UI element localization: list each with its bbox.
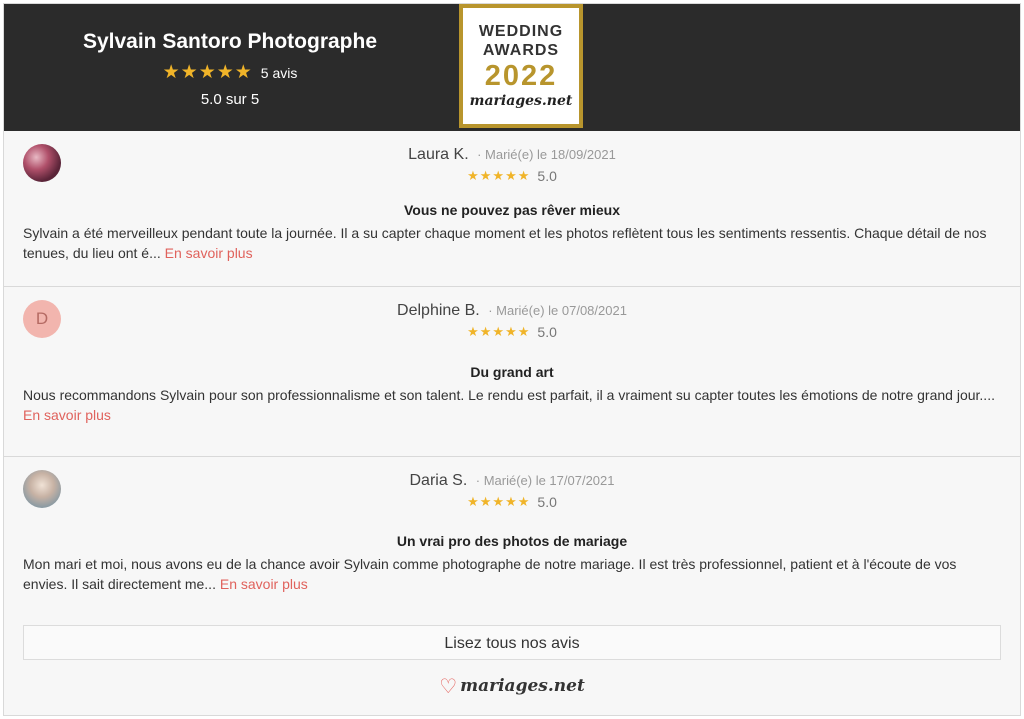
review-item: Daria S. · Marié(e) le 17/07/2021 ★★★★★ … <box>4 457 1020 625</box>
wedding-awards-badge[interactable]: WEDDING AWARDS 2022 mariages.net <box>459 4 583 128</box>
wedding-date: · Marié(e) le 07/08/2021 <box>488 303 627 318</box>
brand-name: mariages.net <box>460 676 585 696</box>
review-rating: ★★★★★ 5.0 <box>4 324 1020 340</box>
read-more-link[interactable]: En savoir plus <box>220 576 308 592</box>
heart-icon: ♡ <box>439 676 458 698</box>
wedding-date: · Marié(e) le 18/09/2021 <box>477 147 616 162</box>
badge-line1: WEDDING <box>478 23 564 40</box>
review-score: 5.0 <box>537 168 557 184</box>
reviewer-name: Daria S. <box>409 472 468 489</box>
review-header: Delphine B. · Marié(e) le 07/08/2021 <box>4 302 1020 320</box>
review-header: Daria S. · Marié(e) le 17/07/2021 <box>4 472 1020 490</box>
read-more-link[interactable]: En savoir plus <box>23 407 111 423</box>
review-score: 5.0 <box>537 324 557 340</box>
review-rating: ★★★★★ 5.0 <box>4 168 1020 184</box>
reviewer-name: Laura K. <box>408 146 469 163</box>
review-item: Laura K. · Marié(e) le 18/09/2021 ★★★★★ … <box>4 131 1020 287</box>
star-rating-icon: ★★★★★ <box>467 494 531 509</box>
average-score: 5.0 sur 5 <box>200 91 260 108</box>
review-count[interactable]: 5 avis <box>261 65 298 81</box>
badge-brand-logo: mariages.net <box>469 93 573 109</box>
business-summary: Sylvain Santoro Photographe ★★★★★ 5 avis… <box>4 4 456 131</box>
review-rating: ★★★★★ 5.0 <box>4 494 1020 510</box>
rating-row: ★★★★★ 5 avis <box>4 61 456 84</box>
wedding-date: · Marié(e) le 17/07/2021 <box>475 473 615 488</box>
review-header: Laura K. · Marié(e) le 18/09/2021 <box>4 146 1020 164</box>
widget-header: Sylvain Santoro Photographe ★★★★★ 5 avis… <box>4 4 1020 131</box>
reviews-widget: Sylvain Santoro Photographe ★★★★★ 5 avis… <box>3 3 1021 716</box>
review-title: Vous ne pouvez pas rêver mieux <box>403 202 621 218</box>
review-score: 5.0 <box>537 494 557 510</box>
mariages-logo[interactable]: ♡ mariages.net <box>4 674 1020 699</box>
business-name[interactable]: Sylvain Santoro Photographe <box>4 30 456 54</box>
badge-content: WEDDING AWARDS 2022 mariages.net <box>463 8 579 124</box>
read-more-link[interactable]: En savoir plus <box>165 245 253 261</box>
review-text: Mon mari et moi, nous avons eu de la cha… <box>23 556 957 592</box>
star-rating-icon: ★★★★★ <box>162 62 253 83</box>
read-all-reviews-button[interactable]: Lisez tous nos avis <box>23 625 1001 660</box>
reviewer-name: Delphine B. <box>397 302 480 319</box>
review-text-block: Mon mari et moi, nous avons eu de la cha… <box>23 554 1001 594</box>
badge-year: 2022 <box>484 60 558 92</box>
star-rating-icon: ★★★★★ <box>467 324 531 339</box>
review-title: Un vrai pro des photos de mariage <box>396 533 628 549</box>
review-text-block: Sylvain a été merveilleux pendant toute … <box>23 223 1001 263</box>
badge-line2: AWARDS <box>482 42 560 59</box>
review-text-block: Nous recommandons Sylvain pour son profe… <box>23 385 1001 425</box>
review-item: D Delphine B. · Marié(e) le 07/08/2021 ★… <box>4 287 1020 457</box>
review-text: Nous recommandons Sylvain pour son profe… <box>23 387 995 403</box>
star-rating-icon: ★★★★★ <box>467 168 531 183</box>
review-title: Du grand art <box>470 364 554 380</box>
